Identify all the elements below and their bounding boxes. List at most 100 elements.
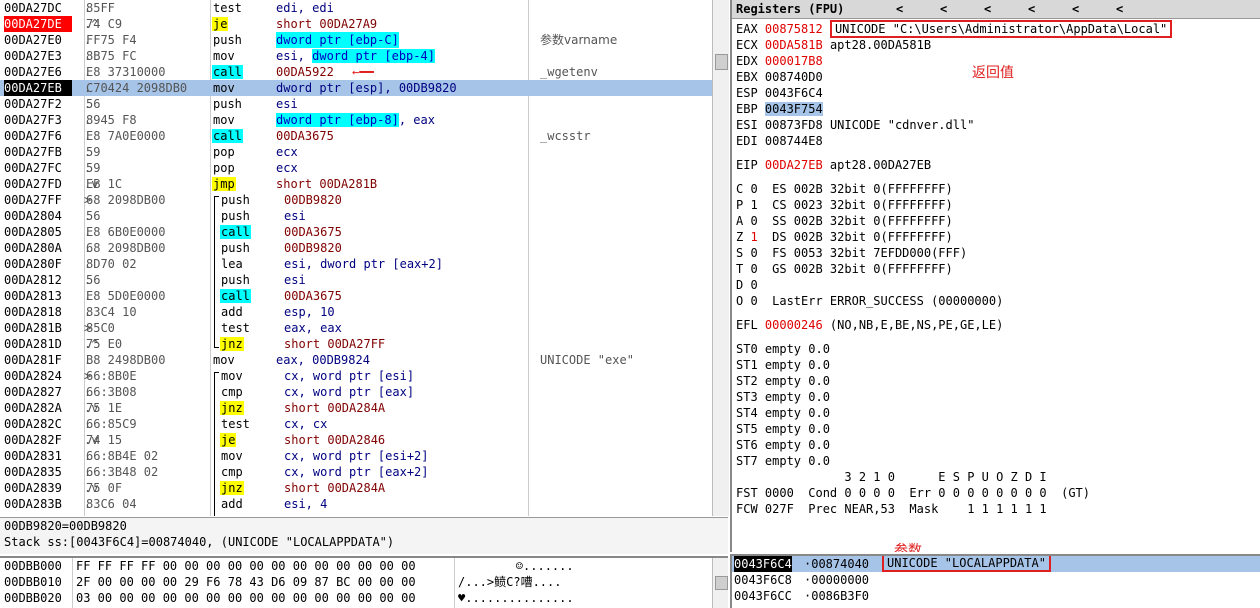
instruction-mnemonic: test	[213, 1, 242, 15]
nav-arrow-button[interactable]: <	[1028, 0, 1035, 18]
disasm-row[interactable]: 00DA282A .v 75 1E jnz short 00DA284A	[0, 400, 712, 416]
disasm-row[interactable]: 00DA2824 >66:8B0E mov cx, word ptr [esi]	[0, 368, 712, 384]
disasm-row[interactable]: 00DA2835. 66:3B48 02 cmp cx, word ptr [eax+…	[0, 464, 712, 480]
instruction-address: 00DA27E0	[4, 33, 62, 47]
instruction-mnemonic: pop	[213, 161, 235, 175]
disasm-row[interactable]: 00DA27DC. 85FF test edi, edi	[0, 0, 712, 16]
instruction-mnemonic: call	[212, 129, 243, 143]
dump-row[interactable]: 00DBB020 03 00 00 00 00 00 00 00 00 00 00…	[0, 590, 728, 606]
disassembly-pane[interactable]: 00DA27DC. 85FF test edi, edi 00DA27DE .^ 74 C9…	[0, 0, 712, 516]
register-edx[interactable]: EDX 000017B8	[736, 53, 823, 69]
disasm-row[interactable]: 00DA2839 .v 75 0F jnz short 00DA284A	[0, 480, 712, 496]
instruction-bytes: 75 1E	[86, 401, 123, 415]
register-ecx[interactable]: ECX 00DA581B apt28.00DA581B	[736, 37, 931, 53]
jump-bracket-line	[214, 372, 219, 516]
stack-row[interactable]: 0043F6C4 ·00874040 UNICODE "LOCALAPPDATA"	[732, 556, 1260, 572]
stack-value: ·0086B3F0	[804, 589, 870, 603]
disasm-row[interactable]: 00DA280A. 68 2098DB00 push 00DB9820	[0, 240, 712, 256]
stack-row[interactable]: 0043F6C8 ·00000000	[732, 572, 1260, 588]
instruction-address: 00DA27FF	[4, 193, 62, 207]
instruction-mnemonic: mov	[221, 369, 243, 383]
disasm-row[interactable]: 00DA2827. 66:3B08 cmp cx, word ptr [eax]	[0, 384, 712, 400]
scrollbar-thumb[interactable]	[715, 54, 728, 70]
memory-dump-pane[interactable]: 00DBB000 FF FF FF FF 00 00 00 00 00 00 00…	[0, 556, 728, 608]
scrollbar-thumb[interactable]	[715, 576, 728, 590]
disasm-row[interactable]: 00DA280F. 8D70 02 lea esi, dword ptr [eax+2…	[0, 256, 712, 272]
register-description: UNICODE "C:\Users\Administrator\AppData\…	[829, 20, 1173, 38]
instruction-operands: cx, cx	[284, 417, 328, 431]
instruction-bytes: 56	[86, 273, 101, 287]
instruction-operands: cx, word ptr [esi]	[284, 369, 415, 383]
disasm-row[interactable]: 00DA281D .^ 75 E0 jnz short 00DA27FF	[0, 336, 712, 352]
disasm-row[interactable]: 00DA282F .v 74 15 je short 00DA2846	[0, 432, 712, 448]
instruction-mnemonic: mov	[213, 353, 235, 367]
disasm-row[interactable]: 00DA27E3. 8B75 FC mov esi, dword ptr [ebp-4…	[0, 48, 712, 64]
instruction-mnemonic: mov	[221, 449, 243, 463]
disasm-row[interactable]: 00DA27E0. FF75 F4 push dword ptr [ebp-C] 参数v…	[0, 32, 712, 48]
disasm-row[interactable]: 00DA2813. E8 5D0E0000 call 00DA3675	[0, 288, 712, 304]
disasm-row[interactable]: 00DA2805. E8 6B0E0000 call 00DA3675	[0, 224, 712, 240]
instruction-address: 00DA282A	[4, 401, 62, 415]
disasm-row[interactable]: 00DA27F6. E8 7A0E0000 call 00DA3675 _wcsstr	[0, 128, 712, 144]
register-esi[interactable]: ESI 00873FD8 UNICODE "cdnver.dll"	[736, 117, 974, 133]
instruction-bytes: C70424 2098DB0	[86, 81, 188, 95]
instruction-operands: esi	[276, 97, 298, 111]
nav-arrow-button[interactable]: <	[940, 0, 947, 18]
disasm-row[interactable]: 00DA27DE .^ 74 C9 je short 00DA27A9	[0, 16, 712, 32]
disasm-row[interactable]: 00DA27FD .v EB 1C jmp short 00DA281B	[0, 176, 712, 192]
instruction-mnemonic: je	[220, 433, 237, 447]
dump-scrollbar[interactable]	[712, 558, 728, 608]
stack-row[interactable]: 0043F6CC ·0086B3F0	[732, 588, 1260, 604]
instruction-address: 00DA27FD	[4, 177, 62, 191]
instruction-address: 00DA2805	[4, 225, 62, 239]
disasm-row[interactable]: 00DA282C. 66:85C9 test cx, cx	[0, 416, 712, 432]
info-line-2: Stack ss:[0043F6C4]=00874040, (UNICODE "…	[4, 535, 395, 549]
instruction-address: 00DA2813	[4, 289, 62, 303]
disasm-row[interactable]: 00DA27FC. 59 pop ecx	[0, 160, 712, 176]
register-ebp[interactable]: EBP 0043F754	[736, 101, 823, 117]
nav-arrow-button[interactable]: <	[984, 0, 991, 18]
disasm-row[interactable]: 00DA281B >85C0 test eax, eax	[0, 320, 712, 336]
register-esp[interactable]: ESP 0043F6C4	[736, 85, 823, 101]
disasm-row[interactable]: 00DA27EB. C70424 2098DB0 mov dword ptr [esp…	[0, 80, 712, 96]
instruction-operands: esp, 10	[284, 305, 335, 319]
register-edi[interactable]: EDI 008744E8	[736, 133, 823, 149]
disasm-row[interactable]: 00DA27F3. 8945 F8 mov dword ptr [ebp-8], ea…	[0, 112, 712, 128]
registers-pane[interactable]: Registers (FPU) < < < < < < EAX 00875812 UNIC…	[730, 0, 1260, 552]
instruction-bytes: 66:8B4E 02	[86, 449, 159, 463]
dump-row[interactable]: 00DBB000 FF FF FF FF 00 00 00 00 00 00 00…	[0, 558, 728, 574]
instruction-bytes: 75 0F	[86, 481, 123, 495]
registers-header: Registers (FPU) < < < < < <	[732, 0, 1260, 19]
register-eip: EIP 00DA27EB apt28.00DA27EB	[736, 158, 932, 172]
disassembly-scrollbar[interactable]	[712, 0, 729, 516]
disasm-row[interactable]: 00DA27E6. E8 37310000 call 00DA5922 ←━━ _wget…	[0, 64, 712, 80]
instruction-bytes: E8 6B0E0000	[86, 225, 166, 239]
stack-address: 0043F6C8	[734, 573, 792, 587]
disasm-row[interactable]: 00DA283B. 83C6 04 add esi, 4	[0, 496, 712, 512]
stack-pane[interactable]: 0043F6C4·00874040 UNICODE "LOCALAPPDATA" 0…	[730, 554, 1260, 608]
instruction-bytes: 83C6 04	[86, 497, 137, 511]
register-value: 0043F6C4	[764, 86, 823, 100]
instruction-address: 00DA280A	[4, 241, 62, 255]
dump-ascii: ☺.......	[458, 559, 574, 573]
disasm-row[interactable]: 00DA27F2. 56 push esi	[0, 96, 712, 112]
instruction-operands: short 00DA27A9	[276, 17, 378, 31]
fpu-st-register: ST4 empty 0.0	[736, 406, 830, 420]
register-ebx[interactable]: EBX 008740D0	[736, 69, 823, 85]
register-eax[interactable]: EAX 00875812 UNICODE "C:\Users\Administr…	[736, 20, 1173, 38]
instruction-mnemonic: push	[221, 241, 250, 255]
nav-arrow-button[interactable]: <	[896, 0, 903, 18]
nav-arrow-button[interactable]: <	[1116, 0, 1123, 18]
nav-arrow-button[interactable]: <	[1072, 0, 1079, 18]
disasm-row[interactable]: 00DA2818. 83C4 10 add esp, 10	[0, 304, 712, 320]
disasm-row[interactable]: 00DA2831. 66:8B4E 02 mov cx, word ptr [esi+…	[0, 448, 712, 464]
disasm-row[interactable]: 00DA2804. 56 push esi	[0, 208, 712, 224]
disasm-row[interactable]: 00DA281F. B8 2498DB00 mov eax, 00DB9824 UNIC…	[0, 352, 712, 368]
instruction-mnemonic: test	[221, 321, 250, 335]
disasm-row[interactable]: 00DA27FB. 59 pop ecx	[0, 144, 712, 160]
instruction-operands: 00DA5922	[276, 65, 334, 79]
disasm-row[interactable]: 00DA27FF >68 2098DB00 push 00DB9820	[0, 192, 712, 208]
dump-row[interactable]: 00DBB010 2F 00 00 00 00 29 F6 78 43 D6 09…	[0, 574, 728, 590]
annotation-arrow: ←━━	[352, 65, 374, 79]
disasm-row[interactable]: 00DA2812. 56 push esi	[0, 272, 712, 288]
